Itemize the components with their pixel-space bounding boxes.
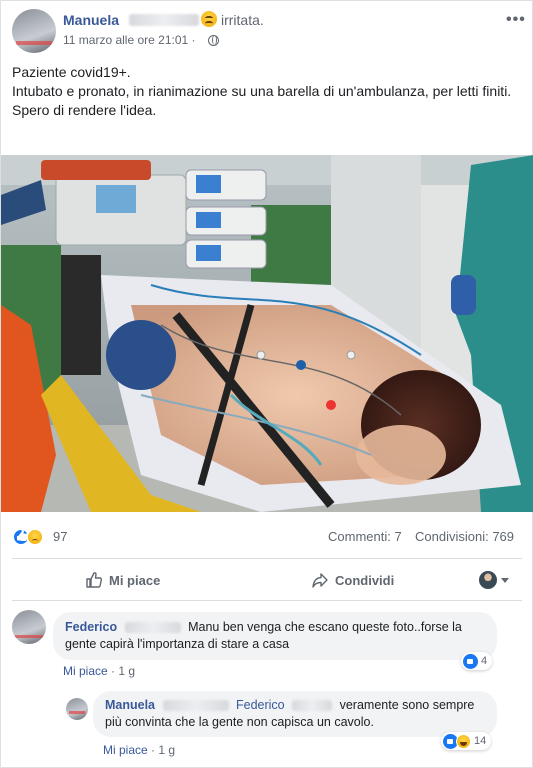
comment-reactions[interactable]: 4 xyxy=(461,652,493,670)
reply-bubble: Manuela Federico veramente sono sempre p… xyxy=(93,691,497,737)
sad-reaction-icon xyxy=(26,528,44,546)
shares-count[interactable]: Condivisioni: 769 xyxy=(415,529,514,544)
globe-icon xyxy=(208,35,219,46)
comment-author[interactable]: Manuela xyxy=(105,698,155,712)
redacted-surname xyxy=(129,14,199,26)
comments-count[interactable]: Commenti: 7 xyxy=(328,529,402,544)
comment-age: · 1 g xyxy=(151,743,176,757)
more-options-icon[interactable]: ••• xyxy=(506,11,526,29)
comment-reaction-count: 14 xyxy=(474,735,487,747)
post-photo[interactable] xyxy=(1,155,533,512)
angry-face-icon xyxy=(201,11,217,27)
photo-scene xyxy=(1,155,533,512)
commenter-avatar[interactable] xyxy=(66,698,88,720)
comment-reaction-count: 4 xyxy=(481,655,488,667)
post-card: Manuela irritata. 11 marzo alle ore 21:0… xyxy=(0,0,533,768)
haha-reaction-icon xyxy=(456,733,471,749)
comment-age: · 1 g xyxy=(111,664,136,678)
share-button[interactable]: Condividi xyxy=(311,567,394,593)
like-button[interactable]: Mi piace xyxy=(85,567,160,593)
comment-bubble: Federico Manu ben venga che escano quest… xyxy=(53,612,497,660)
redacted-surname xyxy=(292,700,333,712)
comment-mention[interactable]: Federico xyxy=(236,698,285,712)
comment-reactions[interactable]: 14 xyxy=(441,732,492,750)
author-name[interactable]: Manuela xyxy=(63,12,119,28)
post-timestamp[interactable]: 11 marzo alle ore 21:01 · xyxy=(63,33,196,47)
comment-meta: Mi piace · 1 g xyxy=(103,743,175,757)
post-text-line: Spero di rendere l'idea. xyxy=(12,102,157,118)
post-text: Paziente covid19+. Intubato e pronato, i… xyxy=(12,63,522,120)
share-arrow-icon xyxy=(312,573,328,588)
author-avatar[interactable] xyxy=(12,9,56,53)
comment-meta: Mi piace · 1 g xyxy=(63,664,135,678)
comment-text: veramente sono sempre più convinta che l… xyxy=(105,698,475,729)
post-text-line: Paziente covid19+. xyxy=(12,64,131,80)
commenter-avatar[interactable] xyxy=(12,610,46,644)
comment-like-link[interactable]: Mi piace xyxy=(63,664,108,678)
audience-selector[interactable] xyxy=(479,571,509,589)
post-text-line: Intubato e pronato, in rianimazione su u… xyxy=(12,83,512,99)
redacted-surname xyxy=(124,622,181,634)
reaction-icons[interactable] xyxy=(12,528,52,546)
thumbs-up-icon xyxy=(86,572,103,588)
like-button-label: Mi piace xyxy=(109,572,161,588)
share-button-label: Condividi xyxy=(335,572,395,588)
divider xyxy=(12,600,522,601)
redacted-surname xyxy=(162,700,229,712)
like-reaction-icon xyxy=(463,653,478,669)
comment-author[interactable]: Federico xyxy=(65,620,117,634)
feeling-label: irritata. xyxy=(221,12,264,28)
divider xyxy=(12,558,522,559)
user-avatar xyxy=(479,571,497,589)
caret-down-icon xyxy=(501,577,509,583)
comment-like-link[interactable]: Mi piace xyxy=(103,743,148,757)
reaction-count[interactable]: 97 xyxy=(53,529,67,544)
